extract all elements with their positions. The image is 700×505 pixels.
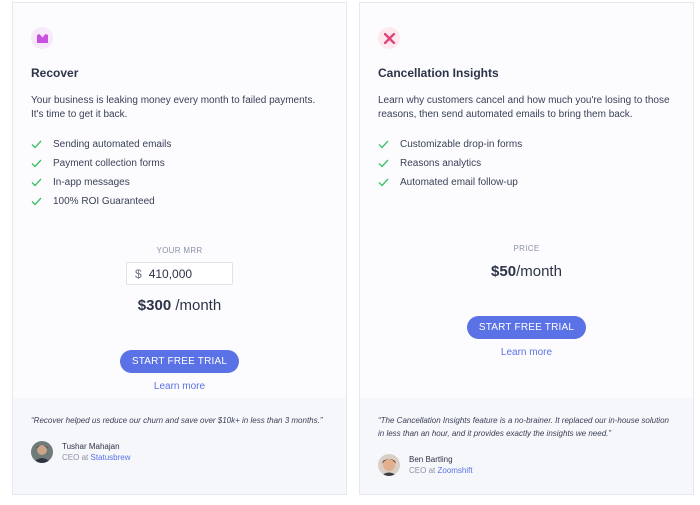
feature-label: Automated email follow-up	[400, 177, 518, 188]
mrr-label: YOUR MRR	[156, 246, 203, 255]
check-icon	[31, 178, 42, 187]
testimonial-author: Ben Bartling CEO at Zoomshift	[378, 454, 675, 476]
cancellation-actions: START FREE TRIAL Learn more	[378, 316, 675, 358]
cancellation-insights-plan-card: Cancellation Insights Learn why customer…	[359, 2, 694, 495]
cancellation-pricing: PRICE $50/month	[378, 244, 675, 280]
author-role: CEO at Zoomshift	[409, 466, 473, 475]
learn-more-link[interactable]: Learn more	[378, 347, 675, 358]
avatar	[378, 454, 400, 476]
feature-label: In-app messages	[53, 177, 130, 188]
cancellation-price: $50/month	[378, 263, 675, 280]
feature-label: Customizable drop-in forms	[400, 139, 523, 150]
currency-symbol: $	[135, 266, 142, 281]
recover-testimonial: “Recover helped us reduce our churn and …	[13, 398, 346, 494]
author-title: CEO	[409, 466, 427, 475]
learn-more-link[interactable]: Learn more	[31, 381, 328, 392]
author-role: CEO at Statusbrew	[62, 453, 131, 462]
author-name: Ben Bartling	[409, 455, 453, 464]
feature-item: Automated email follow-up	[378, 173, 675, 192]
recover-logo-icon	[31, 27, 53, 49]
mrr-calculator: YOUR MRR $ 410,000 $300 /month	[31, 246, 328, 314]
recover-actions: START FREE TRIAL Learn more	[31, 350, 328, 392]
feature-label: Reasons analytics	[400, 158, 482, 169]
recover-feature-list: Sending automated emails Payment collect…	[31, 135, 328, 211]
recover-price: $300 /month	[31, 297, 328, 314]
author-title: CEO	[62, 453, 80, 462]
recover-description: Your business is leaking money every mon…	[31, 95, 316, 120]
price-amount: $300	[137, 297, 172, 314]
check-icon	[378, 140, 389, 149]
mrr-input[interactable]: $ 410,000	[126, 262, 233, 285]
mrr-input-value[interactable]: 410,000	[149, 267, 192, 281]
feature-item: Reasons analytics	[378, 154, 675, 173]
author-at: at	[81, 453, 89, 462]
testimonial-quote: “Recover helped us reduce our churn and …	[31, 416, 323, 425]
cancellation-testimonial: “The Cancellation Insights feature is a …	[360, 398, 693, 494]
cancellation-description: Learn why customers cancel and how much …	[378, 95, 670, 120]
check-icon	[31, 140, 42, 149]
check-icon	[31, 197, 42, 206]
price-unit: /month	[171, 297, 222, 314]
author-company: Statusbrew	[90, 453, 131, 462]
feature-item: In-app messages	[31, 173, 328, 192]
cancellation-title: Cancellation Insights	[378, 66, 499, 80]
author-at: at	[428, 466, 436, 475]
testimonial-quote: “The Cancellation Insights feature is a …	[378, 416, 669, 438]
author-name: Tushar Mahajan	[62, 442, 120, 451]
testimonial-author: Tushar Mahajan CEO at Statusbrew	[31, 441, 328, 463]
feature-label: Sending automated emails	[53, 139, 172, 150]
start-free-trial-button[interactable]: START FREE TRIAL	[119, 350, 240, 373]
feature-item: Payment collection forms	[31, 154, 328, 173]
author-company: Zoomshift	[437, 466, 473, 475]
recover-card-body: Recover Your business is leaking money e…	[13, 3, 346, 398]
feature-label: 100% ROI Guaranteed	[53, 196, 155, 207]
feature-item: 100% ROI Guaranteed	[31, 192, 328, 211]
start-free-trial-button[interactable]: START FREE TRIAL	[466, 316, 587, 339]
cancellation-logo-icon	[378, 27, 400, 49]
feature-item: Sending automated emails	[31, 135, 328, 154]
price-label: PRICE	[513, 244, 540, 253]
feature-item: Customizable drop-in forms	[378, 135, 675, 154]
avatar	[31, 441, 53, 463]
price-amount: $50	[491, 263, 517, 280]
recover-plan-card: Recover Your business is leaking money e…	[12, 2, 347, 495]
check-icon	[378, 178, 389, 187]
recover-title: Recover	[31, 66, 79, 80]
cancellation-feature-list: Customizable drop-in forms Reasons analy…	[378, 135, 675, 192]
feature-label: Payment collection forms	[53, 158, 165, 169]
check-icon	[378, 159, 389, 168]
cancellation-card-body: Cancellation Insights Learn why customer…	[360, 3, 693, 398]
price-unit: /month	[516, 263, 562, 280]
check-icon	[31, 159, 42, 168]
